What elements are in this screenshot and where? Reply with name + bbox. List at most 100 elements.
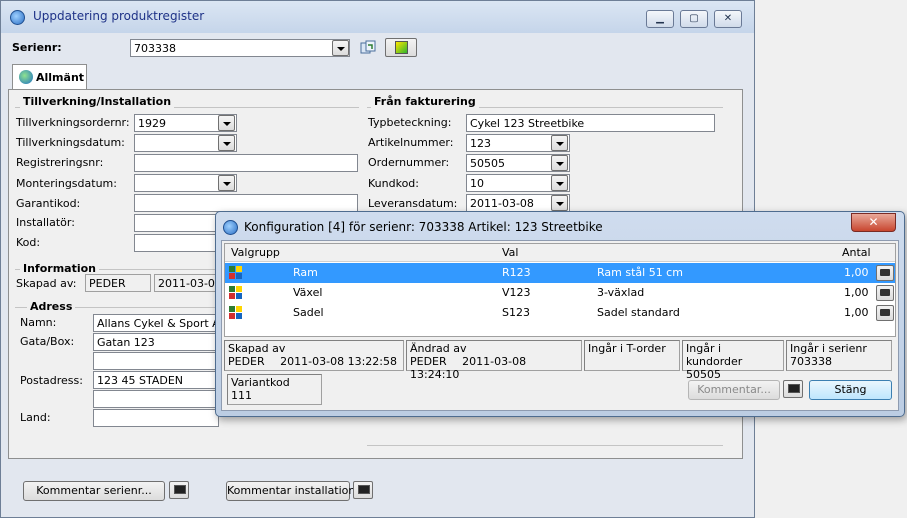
serial-info: Ingår i serienr 703338 — [786, 340, 892, 371]
delivery-dropdown[interactable] — [551, 195, 568, 211]
order-no-dropdown[interactable] — [218, 115, 235, 131]
serial-label: Serienr: — [12, 41, 62, 54]
minimize-button[interactable]: ▁ — [646, 10, 674, 28]
dialog-title: Konfiguration [4] för serienr: 703338 Ar… — [244, 220, 603, 234]
row-code: V123 — [502, 286, 531, 299]
manufacturing-title: Tillverkning/Installation — [20, 95, 175, 108]
created-info: Skapad av PEDER 2011-03-08 13:22:58 — [224, 340, 404, 371]
table-row[interactable]: Växel V123 3-växlad 1,00 — [225, 283, 895, 303]
col-header-quantity[interactable]: Antal — [842, 246, 871, 259]
comment-serial-button[interactable]: Kommentar serienr... — [23, 481, 165, 501]
article-label: Artikelnummer: — [368, 136, 454, 149]
tab-label: Allmänt — [36, 71, 85, 84]
image-button[interactable] — [385, 38, 417, 57]
config-icon — [229, 306, 243, 320]
postal-label: Postadress: — [20, 374, 83, 387]
comment-install-button[interactable]: Kommentar installation... — [226, 481, 366, 501]
serial-info-label: Ingår i serienr — [790, 342, 867, 355]
tab-allmant[interactable]: Allmänt — [12, 64, 87, 90]
configuration-dialog: Konfiguration [4] för serienr: 703338 Ar… — [215, 211, 905, 417]
dialog-close-button[interactable]: ✕ — [851, 213, 896, 232]
variant-value: 111 — [231, 389, 252, 402]
created-info-label: Skapad av — [228, 342, 286, 355]
close-button[interactable]: Stäng — [809, 380, 892, 400]
created-info-date: 2011-03-08 13:22:58 — [280, 355, 397, 368]
t-order-info: Ingår i T-order — [584, 340, 680, 371]
created-by-field: PEDER — [85, 274, 151, 292]
created-info-user: PEDER — [228, 355, 265, 368]
order-no-label: Tillverkningsordernr: — [16, 116, 130, 129]
street-label: Gata/Box: — [20, 335, 75, 348]
row-group: Växel — [293, 286, 323, 299]
postal-input[interactable]: 123 45 STADEN — [93, 371, 219, 389]
camera-icon[interactable] — [876, 285, 894, 301]
row-desc: Ram stål 51 cm — [597, 266, 683, 279]
mount-date-dropdown[interactable] — [218, 175, 235, 191]
maximize-button[interactable]: ▢ — [680, 10, 708, 28]
picture-icon — [395, 41, 408, 54]
table-row[interactable]: Ram R123 Ram stål 51 cm 1,00 — [225, 263, 895, 283]
config-icon — [229, 266, 243, 280]
invoicing-title: Från fakturering — [371, 95, 479, 108]
installer-label: Installatör: — [16, 216, 75, 229]
country-label: Land: — [20, 411, 51, 424]
warranty-input[interactable] — [134, 194, 358, 212]
code-label: Kod: — [16, 236, 41, 249]
customer-dropdown[interactable] — [551, 175, 568, 191]
camera-icon[interactable] — [876, 265, 894, 281]
row-qty: 1,00 — [844, 286, 869, 299]
delivery-label: Leveransdatum: — [368, 197, 458, 210]
app-icon — [10, 10, 25, 25]
monitor-button[interactable] — [783, 380, 803, 398]
close-window-button[interactable]: ✕ — [714, 10, 742, 28]
name-label: Namn: — [20, 316, 57, 329]
table-row[interactable]: Sadel S123 Sadel standard 1,00 — [225, 303, 895, 323]
row-group: Sadel — [293, 306, 324, 319]
mount-date-label: Monteringsdatum: — [16, 177, 117, 190]
type-input[interactable]: Cykel 123 Streetbike — [466, 114, 715, 132]
col-header-choice[interactable]: Val — [502, 246, 518, 259]
ordernum-dropdown[interactable] — [551, 155, 568, 171]
ordernum-label: Ordernummer: — [368, 156, 450, 169]
dialog-client: Valgrupp Val Antal Ram R123 Ram stål 51 … — [221, 240, 899, 411]
globe-icon — [19, 70, 33, 84]
name-input[interactable]: Allans Cykel & Sport AB — [93, 314, 219, 332]
changed-info-label: Ändrad av — [410, 342, 467, 355]
reg-no-label: Registreringsnr: — [16, 156, 104, 169]
refresh-icon[interactable] — [360, 40, 376, 56]
street2-input[interactable] — [93, 352, 219, 370]
serial-dropdown-button[interactable] — [332, 40, 349, 56]
camera-icon[interactable] — [876, 305, 894, 321]
row-code: S123 — [502, 306, 530, 319]
comment-button[interactable]: Kommentar... — [688, 380, 780, 400]
t-order-label: Ingår i T-order — [588, 342, 666, 355]
configuration-grid: Valgrupp Val Antal Ram R123 Ram stål 51 … — [224, 243, 896, 337]
customer-order-info: Ingår i kundorder 50505 — [682, 340, 784, 381]
dialog-app-icon — [223, 220, 238, 235]
article-dropdown[interactable] — [551, 135, 568, 151]
monitor-install-button[interactable] — [353, 481, 373, 499]
row-qty: 1,00 — [844, 306, 869, 319]
created-date-field: 2011-03-08 — [154, 274, 218, 292]
changed-info-user: PEDER — [410, 355, 447, 368]
window-title: Uppdatering produktregister — [33, 9, 205, 23]
title-bar[interactable]: Uppdatering produktregister ▁ ▢ ✕ — [1, 1, 754, 33]
serial-input[interactable]: 703338 — [130, 39, 350, 57]
street-input[interactable]: Gatan 123 — [93, 333, 219, 351]
mfg-date-label: Tillverkningsdatum: — [16, 136, 125, 149]
country-input[interactable] — [93, 409, 219, 427]
group-line — [367, 445, 723, 446]
warranty-label: Garantikod: — [16, 197, 81, 210]
variant-label: Variantkod — [231, 376, 290, 389]
config-icon — [229, 286, 243, 300]
reg-no-input[interactable] — [134, 154, 358, 172]
monitor-serial-button[interactable] — [169, 481, 189, 499]
row-qty: 1,00 — [844, 266, 869, 279]
postal2-input[interactable] — [93, 390, 219, 408]
mfg-date-dropdown[interactable] — [218, 135, 235, 151]
serial-info-value: 703338 — [790, 355, 832, 368]
row-desc: 3-växlad — [597, 286, 645, 299]
col-header-group[interactable]: Valgrupp — [231, 246, 280, 259]
row-code: R123 — [502, 266, 531, 279]
customer-order-label: Ingår i kundorder — [686, 342, 743, 368]
